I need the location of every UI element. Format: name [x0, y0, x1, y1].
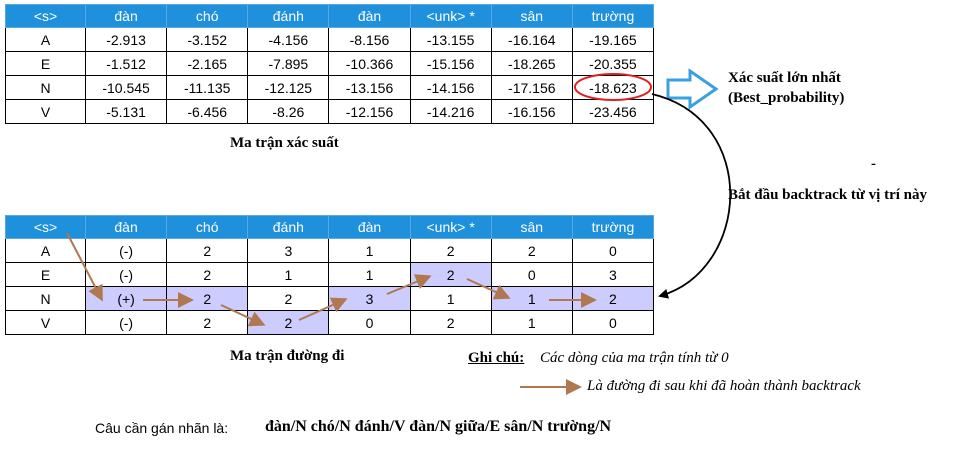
annotation-overlay [66, 68, 731, 395]
backtrack-path-arrows [66, 232, 597, 395]
best-probability-circle [574, 73, 652, 101]
path-arrow-icon [66, 232, 103, 302]
backtrack-curve-arrow-icon [651, 93, 731, 299]
path-arrow-icon [298, 297, 348, 321]
path-arrow-icon [220, 304, 266, 327]
path-arrow-icon [466, 278, 511, 300]
path-arrow-icon [386, 274, 432, 295]
